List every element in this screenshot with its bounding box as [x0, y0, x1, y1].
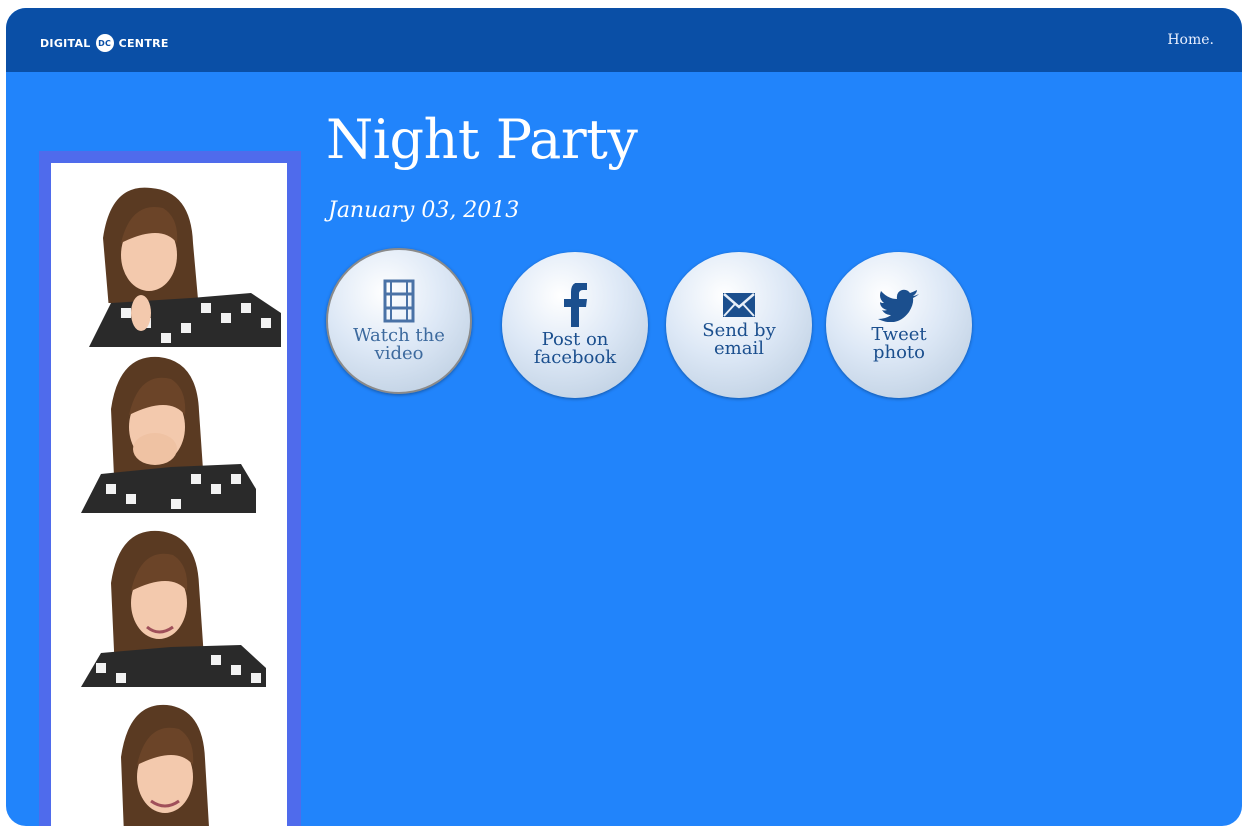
send-email-label: Send by email [702, 320, 776, 359]
post-facebook-button[interactable]: Post on facebook [502, 252, 648, 398]
watch-video-button[interactable]: Watch the video [326, 248, 472, 394]
photo-strip [39, 151, 301, 826]
photo-strip-inner [51, 163, 287, 826]
digital-centre-logo[interactable]: DIGITAL DC CENTRE [40, 34, 169, 52]
facebook-icon [564, 283, 587, 327]
photo-2[interactable] [51, 349, 287, 513]
send-email-button[interactable]: Send by email [666, 252, 812, 398]
logo-badge: DC [95, 34, 114, 52]
logo-text-left: DIGITAL [40, 36, 91, 50]
photo-4[interactable] [51, 697, 287, 826]
film-icon [383, 279, 415, 323]
watch-video-label: Watch the video [353, 325, 445, 364]
envelope-icon [723, 293, 755, 317]
photo-3[interactable] [51, 523, 287, 687]
top-bar: DIGITAL DC CENTRE Home. [6, 8, 1242, 72]
app-frame: DIGITAL DC CENTRE Home. Night Party Janu… [6, 8, 1242, 826]
home-link[interactable]: Home. [1167, 32, 1214, 48]
logo-text-right: CENTRE [118, 36, 169, 50]
event-date: January 03, 2013 [328, 198, 520, 223]
photo-1[interactable] [51, 183, 287, 347]
post-facebook-label: Post on facebook [533, 329, 617, 368]
twitter-bird-icon [878, 289, 919, 322]
tweet-photo-label: Tweet photo [871, 324, 927, 363]
event-title: Night Party [326, 108, 638, 171]
tweet-photo-button[interactable]: Tweet photo [826, 252, 972, 398]
